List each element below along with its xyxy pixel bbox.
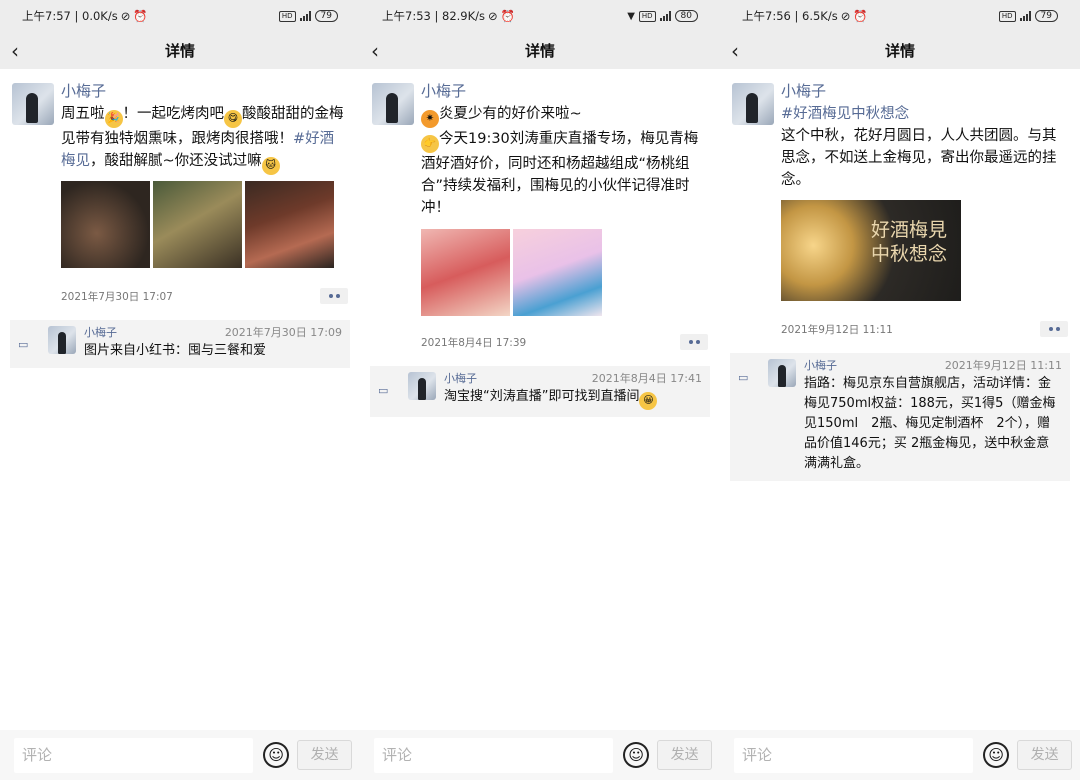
comment-bar: 评论 ☺ 发送 [360, 730, 720, 780]
comment-time: 2021年8月4日 17:41 [591, 372, 702, 385]
comment-text: 淘宝搜“刘涛直播”即可找到直播间 😀 [444, 387, 702, 410]
detail-panel-3: 上午7:56 | 6.5K/s ⊘ ⏰ HD 79 ‹ 详情 小梅子 #好酒梅见中秋想… [720, 0, 1080, 780]
status-bar: 上午7:56 | 6.5K/s ⊘ ⏰ HD 79 [720, 0, 1080, 32]
comment-bar: 评论 ☺ 发送 [0, 730, 360, 780]
comment-author[interactable]: 小梅子 [84, 326, 117, 340]
comment-icon: ▭ [18, 338, 29, 351]
post-text: ✷ 炎夏少有的好价来啦~ 👉 今天19:30刘涛重庆直播专场，梅见青梅酒好酒好价，同时… [421, 106, 699, 216]
page-title: 详情 [884, 42, 915, 60]
post-photo[interactable] [153, 181, 242, 268]
back-arrow-icon[interactable]: ‹ [371, 39, 379, 63]
avatar[interactable] [408, 372, 436, 400]
signal-icon [1019, 11, 1031, 21]
hd-icon: HD [638, 10, 656, 22]
signal-icon [659, 11, 671, 21]
post-text: #好酒梅见中秋想念 这个中秋，花好月圆日，人人共团圆。与其思念，不如送上金梅见，寄… [781, 106, 1057, 188]
emoji-icon[interactable]: ☺ [263, 742, 290, 768]
post-photos [61, 181, 348, 268]
moment-post: 小梅子 #好酒梅见中秋想念 这个中秋，花好月圆日，人人共团圆。与其思念，不如送上金… [720, 69, 1080, 337]
comment-bar: 评论 ☺ 发送 [720, 730, 1080, 780]
wifi-icon: ▼ [627, 10, 635, 22]
post-author[interactable]: 小梅子 [421, 81, 708, 101]
mute-icon: ⊘ [840, 9, 851, 23]
comment-input[interactable]: 评论 [14, 737, 254, 773]
battery-icon: 79 [1034, 10, 1058, 22]
more-dots-icon[interactable] [680, 334, 708, 350]
hd-icon: HD [998, 10, 1016, 22]
moment-post: 小梅子 周五啦 🎉 ！一起吃烤肉吧 😋 酸酸甜甜的金梅见带有独特烟熏味，跟烤肉很搭哦！#… [0, 69, 360, 304]
comment-icon: ▭ [378, 384, 389, 397]
comment-time: 2021年7月30日 17:09 [224, 326, 342, 339]
status-time: 上午7:56 | 6.5K/s [742, 9, 838, 23]
back-arrow-icon[interactable]: ‹ [11, 39, 19, 63]
comment-input[interactable]: 评论 [734, 737, 974, 773]
comment-author[interactable]: 小梅子 [804, 359, 837, 373]
comment-input[interactable]: 评论 [374, 737, 614, 773]
page-title: 详情 [524, 42, 555, 60]
comment-text: 图片来自小红书：囤与三餐和爱 [84, 343, 267, 358]
send-button[interactable]: 发送 [657, 740, 712, 770]
mute-icon: ⊘ [120, 9, 131, 23]
fire-emoji-icon: ✷ [421, 110, 439, 128]
smile-emoji-icon: 😀 [639, 392, 658, 410]
detail-panel-2: 上午7:53 | 82.9K/s ⊘ ⏰ ▼ HD 80 ‹ 详情 小梅子 ✷ 炎夏少有的… [360, 0, 720, 780]
post-author[interactable]: 小梅子 [61, 81, 348, 101]
post-photo[interactable] [513, 229, 602, 316]
hd-icon: HD [278, 10, 296, 22]
battery-icon: 80 [674, 10, 698, 22]
status-bar: 上午7:53 | 82.9K/s ⊘ ⏰ ▼ HD 80 [360, 0, 720, 32]
post-photos [421, 229, 708, 316]
status-time: 上午7:57 | 0.0K/s [22, 9, 118, 23]
alarm-icon: ⏰ [853, 9, 868, 23]
post-time: 2021年7月30日 17:07 [61, 290, 173, 303]
comment-author[interactable]: 小梅子 [444, 372, 477, 386]
avatar[interactable] [732, 83, 774, 125]
cat-emoji-icon: 🐱 [261, 157, 280, 175]
more-dots-icon[interactable] [1040, 321, 1068, 337]
alarm-icon: ⏰ [500, 9, 515, 23]
post-time: 2021年8月4日 17:39 [421, 336, 527, 349]
comment-section: ▭ 小梅子 2021年8月4日 17:41 淘宝搜“刘涛直播”即可找到直播间 😀 [370, 366, 710, 417]
emoji-icon[interactable]: ☺ [983, 742, 1010, 768]
signal-icon [299, 11, 311, 21]
send-button[interactable]: 发送 [297, 740, 352, 770]
hashtag-link[interactable]: #好酒梅见中秋想念 [781, 106, 909, 122]
detail-panel-1: 上午7:57 | 0.0K/s ⊘ ⏰ HD 79 ‹ 详情 小梅子 周五啦 🎉 ！一起吃… [0, 0, 360, 780]
emoji-icon[interactable]: ☺ [623, 742, 650, 768]
pointing-emoji-icon: 👉 [421, 135, 439, 153]
photo-caption: 好酒梅見 中秋想念 [870, 219, 947, 265]
post-time: 2021年9月12日 11:11 [781, 323, 893, 336]
post-photo[interactable]: 好酒梅見 中秋想念 [781, 200, 961, 301]
comment-section: ▭ 小梅子 2021年9月12日 11:11 指路：梅见京东自营旗舰店，活动详情：… [730, 353, 1070, 481]
post-text: 周五啦 🎉 ！一起吃烤肉吧 😋 酸酸甜甜的金梅见带有独特烟熏味，跟烤肉很搭哦！#好酒梅见… [61, 103, 348, 175]
post-author[interactable]: 小梅子 [781, 81, 1068, 101]
status-bar: 上午7:57 | 0.0K/s ⊘ ⏰ HD 79 [0, 0, 360, 32]
page-title: 详情 [164, 42, 195, 60]
post-photo[interactable] [61, 181, 150, 268]
post-photo[interactable] [421, 229, 510, 316]
battery-icon: 79 [314, 10, 338, 22]
more-dots-icon[interactable] [320, 288, 348, 304]
comment-icon: ▭ [738, 371, 749, 384]
back-arrow-icon[interactable]: ‹ [731, 39, 739, 63]
party-emoji-icon: 🎉 [104, 110, 123, 128]
comment-text: 指路：梅见京东自营旗舰店，活动详情：金梅见750ml权益：188元，买1得5（赠… [804, 376, 1056, 471]
nav-bar: ‹ 详情 [360, 32, 720, 69]
nav-bar: ‹ 详情 [0, 32, 360, 69]
alarm-icon: ⏰ [133, 9, 148, 23]
comment-section: ▭ 小梅子 2021年7月30日 17:09 图片来自小红书：囤与三餐和爱 [10, 320, 350, 368]
post-photo[interactable] [245, 181, 334, 268]
status-time: 上午7:53 | 82.9K/s [382, 9, 486, 23]
moment-post: 小梅子 ✷ 炎夏少有的好价来啦~ 👉 今天19:30刘涛重庆直播专场，梅见青梅酒好酒好… [360, 69, 720, 350]
mute-icon: ⊘ [488, 9, 498, 23]
comment-time: 2021年9月12日 11:11 [944, 359, 1062, 372]
nav-bar: ‹ 详情 [720, 32, 1080, 69]
send-button[interactable]: 发送 [1017, 740, 1072, 770]
avatar[interactable] [48, 326, 76, 354]
avatar[interactable] [372, 83, 414, 125]
avatar[interactable] [768, 359, 796, 387]
avatar[interactable] [12, 83, 54, 125]
drool-emoji-icon: 😋 [224, 110, 242, 128]
